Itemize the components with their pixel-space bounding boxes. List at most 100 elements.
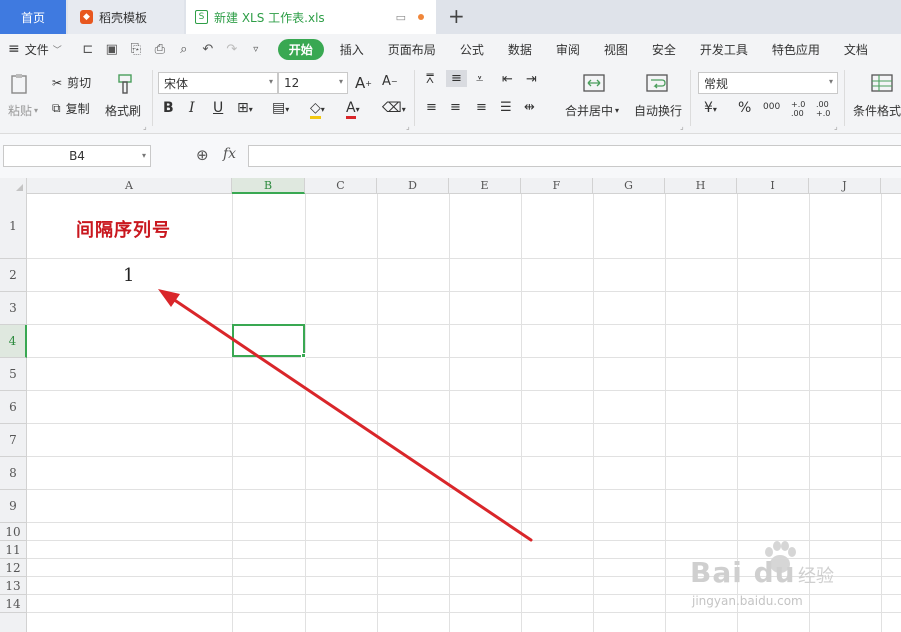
- increase-decimal-button[interactable]: +.0 .00: [791, 100, 809, 118]
- merge-center-button[interactable]: 合并居中 ▾: [565, 102, 619, 119]
- bold-button[interactable]: B: [163, 100, 174, 116]
- format-painter-icon[interactable]: [113, 72, 137, 94]
- new-tab-button[interactable]: +: [448, 4, 465, 28]
- tab-security[interactable]: 安全: [640, 41, 688, 58]
- row-header-15[interactable]: [0, 613, 27, 632]
- increase-font-button[interactable]: A +: [355, 74, 372, 92]
- row-header-7[interactable]: 7: [0, 424, 27, 457]
- undo-icon[interactable]: ↶: [196, 42, 220, 57]
- number-launcher-icon[interactable]: ⌟: [834, 122, 838, 131]
- tab-start[interactable]: 开始: [277, 38, 324, 60]
- align-left-icon[interactable]: ≡: [426, 100, 437, 115]
- row-header-13[interactable]: 13: [0, 577, 27, 595]
- tab-developer[interactable]: 开发工具: [688, 41, 760, 58]
- row-header-10[interactable]: 10: [0, 523, 27, 541]
- tab-features[interactable]: 特色应用: [760, 41, 832, 58]
- indent-increase-icon[interactable]: ⇥: [526, 72, 537, 87]
- column-header-j[interactable]: J: [809, 178, 881, 194]
- cell-a1[interactable]: 间隔序列号: [76, 216, 171, 242]
- copy-button[interactable]: ⧉ 复制: [52, 100, 90, 117]
- save-icon[interactable]: ▣: [100, 42, 124, 57]
- export-icon[interactable]: ⎘: [124, 42, 148, 57]
- cell-a2[interactable]: 1: [123, 265, 134, 286]
- justify-icon[interactable]: ☰: [500, 100, 512, 115]
- distribute-icon[interactable]: ⇹: [524, 100, 535, 115]
- row-header-1[interactable]: 1: [0, 194, 27, 259]
- conditional-format-button[interactable]: 条件格式: [853, 102, 901, 119]
- align-middle-icon[interactable]: ≡: [446, 70, 467, 87]
- tab-formulas[interactable]: 公式: [448, 41, 496, 58]
- name-box[interactable]: B4 ▾: [3, 145, 151, 167]
- merge-center-icon[interactable]: [582, 72, 606, 94]
- tab-document-menu[interactable]: 文档: [832, 41, 868, 58]
- fill-handle[interactable]: [301, 353, 306, 358]
- row-header-12[interactable]: 12: [0, 559, 27, 577]
- print-icon[interactable]: ⎙: [148, 42, 172, 57]
- italic-button[interactable]: I: [189, 100, 195, 116]
- align-right-icon[interactable]: ≡: [476, 100, 487, 115]
- row-header-2[interactable]: 2: [0, 259, 27, 292]
- underline-button[interactable]: U: [213, 100, 223, 116]
- font-color-button[interactable]: A▾: [346, 100, 360, 119]
- tab-page-layout[interactable]: 页面布局: [376, 41, 448, 58]
- row-header-3[interactable]: 3: [0, 292, 27, 325]
- fill-pattern-button[interactable]: ▤▾: [272, 100, 289, 116]
- print-preview-icon[interactable]: ⌕: [172, 42, 196, 57]
- align-bottom-icon[interactable]: ⩡: [476, 72, 483, 87]
- file-menu[interactable]: ≡ 文件 ﹀: [0, 41, 62, 58]
- column-header-a[interactable]: A: [27, 178, 232, 194]
- customize-icon[interactable]: ▿: [244, 44, 268, 55]
- unsaved-dot-icon[interactable]: [418, 14, 424, 20]
- indent-decrease-icon[interactable]: ⇤: [502, 72, 513, 87]
- row-header-6[interactable]: 6: [0, 391, 27, 424]
- paste-button[interactable]: 粘贴 ▾: [8, 102, 38, 119]
- zoom-search-icon[interactable]: ⊕: [196, 146, 209, 164]
- tab-document[interactable]: S 新建 XLS 工作表.xls ▭: [186, 0, 436, 34]
- cut-button[interactable]: ✂ 剪切: [52, 74, 91, 91]
- column-header-d[interactable]: D: [377, 178, 449, 194]
- active-cell-b4[interactable]: [232, 324, 305, 357]
- clipboard-launcher-icon[interactable]: ⌟: [143, 122, 147, 131]
- font-name-select[interactable]: 宋体 ▾: [158, 72, 278, 94]
- tab-home[interactable]: 首页: [0, 0, 66, 34]
- monitor-icon[interactable]: ▭: [396, 11, 406, 24]
- align-center-icon[interactable]: ≡: [450, 100, 461, 115]
- column-header-h[interactable]: H: [665, 178, 737, 194]
- row-header-4[interactable]: 4: [0, 325, 27, 358]
- tab-review[interactable]: 审阅: [544, 41, 592, 58]
- clear-format-button[interactable]: ⌫▾: [382, 100, 406, 116]
- format-painter-button[interactable]: 格式刷: [105, 102, 141, 119]
- tab-view[interactable]: 视图: [592, 41, 640, 58]
- tab-insert[interactable]: 插入: [328, 41, 376, 58]
- select-all-button[interactable]: [0, 178, 27, 194]
- conditional-format-icon[interactable]: [870, 72, 894, 94]
- font-launcher-icon[interactable]: ⌟: [406, 122, 410, 131]
- tab-docer-templates[interactable]: ◆ 稻壳模板: [68, 0, 184, 34]
- row-header-8[interactable]: 8: [0, 457, 27, 490]
- percent-button[interactable]: %: [738, 100, 751, 116]
- formula-input[interactable]: [248, 145, 901, 167]
- redo-icon[interactable]: ↷: [220, 42, 244, 57]
- decrease-font-button[interactable]: A −: [382, 74, 398, 89]
- row-header-14[interactable]: 14: [0, 595, 27, 613]
- column-header-b[interactable]: B: [232, 178, 305, 194]
- row-header-11[interactable]: 11: [0, 541, 27, 559]
- border-button[interactable]: ⊞▾: [237, 100, 253, 116]
- wrap-text-button[interactable]: 自动换行: [634, 102, 682, 119]
- align-top-icon[interactable]: ⩞: [426, 72, 434, 87]
- alignment-launcher-icon[interactable]: ⌟: [680, 122, 684, 131]
- column-header-f[interactable]: F: [521, 178, 593, 194]
- column-header-c[interactable]: C: [305, 178, 377, 194]
- row-header-9[interactable]: 9: [0, 490, 27, 523]
- open-folder-icon[interactable]: ⊏: [76, 42, 100, 57]
- wrap-text-icon[interactable]: [645, 72, 669, 94]
- decrease-decimal-button[interactable]: .00 +.0: [816, 100, 834, 118]
- row-header-5[interactable]: 5: [0, 358, 27, 391]
- column-header-i[interactable]: I: [737, 178, 809, 194]
- column-header-g[interactable]: G: [593, 178, 665, 194]
- number-format-select[interactable]: 常规 ▾: [698, 72, 838, 94]
- fill-color-button[interactable]: ◇▾: [310, 100, 325, 119]
- currency-button[interactable]: ¥▾: [704, 100, 717, 116]
- font-size-select[interactable]: 12 ▾: [278, 72, 348, 94]
- fx-icon[interactable]: fx: [223, 146, 236, 162]
